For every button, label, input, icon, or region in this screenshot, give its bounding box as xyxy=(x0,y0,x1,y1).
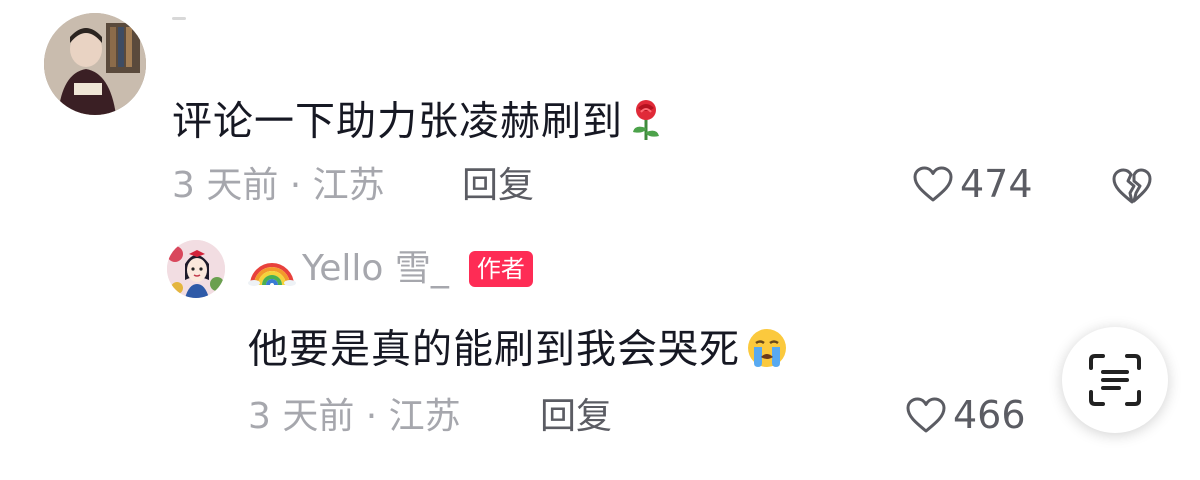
reply-reply-button[interactable]: 回复 xyxy=(540,399,612,435)
commenter-name-placeholder xyxy=(172,17,186,20)
reply-meta: 3 天前 · 江苏 xyxy=(248,396,461,437)
reply-text: 他要是真的能刷到我会哭死 xyxy=(248,327,788,376)
scan-text-button[interactable] xyxy=(1062,327,1168,433)
comment-text: 评论一下助力张凌赫刷到 xyxy=(172,98,663,149)
commenter-avatar[interactable] xyxy=(44,13,146,115)
reply-header: Yello 雪_ 作者 xyxy=(248,247,533,291)
comment-text-content: 评论一下助力张凌赫刷到 xyxy=(172,98,623,145)
rose-emoji xyxy=(629,98,663,149)
like-count: 474 xyxy=(960,162,1033,206)
like-button[interactable]: 474 xyxy=(912,165,1033,203)
replier-avatar[interactable] xyxy=(167,240,225,298)
heart-icon xyxy=(906,397,946,433)
crying-face-emoji xyxy=(746,327,788,376)
rainbow-emoji xyxy=(248,247,296,291)
reply-text-content: 他要是真的能刷到我会哭死 xyxy=(248,326,740,373)
reply-like-button[interactable]: 466 xyxy=(905,396,1026,434)
heart-icon xyxy=(913,166,953,202)
scan-text-icon xyxy=(1089,354,1141,406)
dislike-button[interactable] xyxy=(1110,166,1154,210)
author-badge: 作者 xyxy=(468,251,533,287)
broken-heart-icon xyxy=(1112,168,1152,204)
reply-button[interactable]: 回复 xyxy=(462,168,534,204)
comment-meta: 3 天前 · 江苏 xyxy=(172,165,385,206)
replier-name[interactable]: Yello 雪_ xyxy=(302,251,449,287)
reply-like-count: 466 xyxy=(953,393,1026,437)
